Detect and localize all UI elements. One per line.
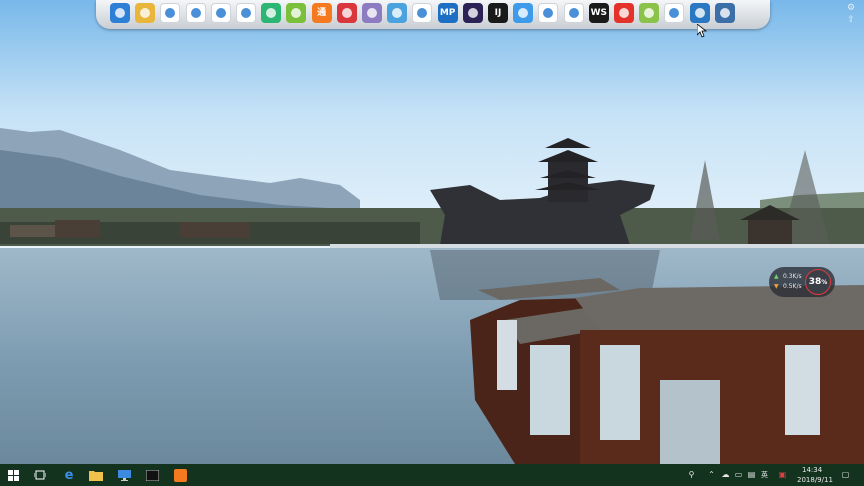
weibo-icon[interactable]	[236, 3, 256, 23]
chart-app-icon[interactable]	[639, 3, 660, 23]
clock-time[interactable]: 14:34	[802, 466, 822, 474]
monitor-icon[interactable]	[689, 3, 710, 23]
file-explorer-button[interactable]	[88, 467, 104, 483]
task-view-button[interactable]	[32, 467, 48, 483]
upload-arrow-icon: ▲	[774, 273, 779, 280]
wechat-icon[interactable]	[210, 3, 231, 23]
upload-speed: 0.3K/s	[783, 273, 802, 280]
intellij-icon[interactable]: IJ	[488, 3, 508, 23]
clipboard-icon-shape	[392, 8, 403, 18]
cpu-usage-value: 38	[808, 277, 822, 287]
chrome-icon[interactable]	[160, 3, 181, 23]
webstorm-label: WS	[590, 7, 607, 18]
tag-icon-shape	[291, 8, 302, 18]
painter-icon[interactable]	[412, 3, 433, 23]
clock-date[interactable]: 2018/9/11	[797, 476, 833, 484]
shield-icon[interactable]	[110, 3, 130, 23]
intellij-label: IJ	[494, 7, 502, 18]
cpu-usage-unit: %	[821, 278, 828, 286]
terminal-button[interactable]	[144, 467, 160, 483]
terminal-icon	[145, 469, 159, 481]
dock-settings-icon[interactable]: ⚙ ⇧	[845, 2, 857, 26]
chrome-icon-shape	[165, 8, 176, 18]
mp-icon[interactable]: MP	[437, 3, 458, 23]
orange-app-button[interactable]	[172, 467, 188, 483]
download-arrow-icon: ▼	[774, 283, 779, 290]
feiyu-icon-shape	[518, 8, 529, 18]
app-tong-icon[interactable]: 通	[311, 3, 332, 23]
task-view-icon	[34, 470, 46, 480]
this-pc-button[interactable]	[116, 467, 132, 483]
weibo-icon-shape	[241, 8, 251, 18]
ime-indicator[interactable]: 英	[761, 471, 768, 479]
chart-app-icon-shape	[644, 8, 655, 18]
webstorm-icon[interactable]: WS	[588, 3, 609, 23]
edge-icon: e	[64, 467, 74, 483]
onedrive-icon[interactable]: ☁	[721, 470, 730, 480]
eye-icon-shape	[266, 8, 277, 18]
people-icon[interactable]: ⚲	[687, 470, 696, 480]
eclipse-icon[interactable]	[462, 3, 483, 23]
top-dock-bar: 通 MP IJ WS ⚙ ⇧	[96, 0, 855, 29]
baidu-cloud-icon-shape	[543, 8, 554, 18]
edge-button[interactable]: e	[61, 467, 77, 483]
settings-app-icon[interactable]	[714, 3, 735, 23]
play-store-icon[interactable]	[563, 3, 584, 23]
windows-logo-icon	[7, 469, 19, 481]
feiyu-icon[interactable]	[513, 3, 534, 23]
app-red-logo-icon[interactable]	[614, 3, 634, 23]
baidu-cloud-icon[interactable]	[538, 3, 559, 23]
clipboard-icon[interactable]	[387, 3, 408, 23]
battery-icon[interactable]: ▭	[734, 470, 743, 480]
monitor-icon-shape	[694, 8, 705, 18]
app-red-square-icon[interactable]	[336, 3, 357, 23]
ie-icon[interactable]	[664, 3, 685, 23]
app-red-logo-icon-shape	[619, 8, 629, 18]
wechat-icon-shape	[215, 8, 226, 18]
folder-icon-shape	[140, 8, 151, 18]
shield-icon-shape	[115, 8, 125, 18]
qq-penguin-icon-shape	[190, 8, 201, 18]
dolphin-icon-shape	[367, 8, 377, 18]
chevron-up-icon[interactable]: ⌃	[707, 470, 716, 480]
eclipse-icon-shape	[467, 8, 478, 18]
tag-icon[interactable]	[286, 3, 307, 23]
ie-icon-shape	[669, 8, 680, 18]
desktop-wallpaper	[0, 0, 864, 464]
qq-penguin-icon[interactable]	[185, 3, 206, 23]
eye-icon[interactable]	[261, 3, 282, 23]
mouse-cursor-icon	[697, 24, 707, 38]
folder-icon[interactable]	[135, 3, 156, 23]
settings-app-icon-shape	[719, 8, 730, 18]
download-speed: 0.5K/s	[783, 283, 802, 290]
monitor-icon	[117, 469, 131, 481]
notification-center-icon[interactable]: ▢	[841, 470, 850, 480]
mp-label: MP	[439, 7, 456, 18]
start-button[interactable]	[5, 467, 21, 483]
play-store-icon-shape	[568, 8, 579, 18]
dolphin-icon[interactable]	[362, 3, 382, 23]
orange-app-icon	[173, 468, 187, 482]
painter-icon-shape	[417, 8, 428, 18]
cpu-usage-gauge: 38%	[805, 269, 831, 295]
network-monitor-widget[interactable]: ▲ 0.3K/s ▼ 0.5K/s 38%	[769, 267, 835, 297]
folder-icon	[89, 470, 103, 481]
app-tong-label: 通	[317, 7, 327, 18]
app-red-square-icon-shape	[341, 8, 352, 18]
tray-app-icon[interactable]: ▣	[778, 470, 787, 480]
taskbar: e ⚲ ⌃ ☁ ▭ ▤ ♪ 英 ▣ 14:34 2018/9/11 ▢	[0, 464, 864, 486]
